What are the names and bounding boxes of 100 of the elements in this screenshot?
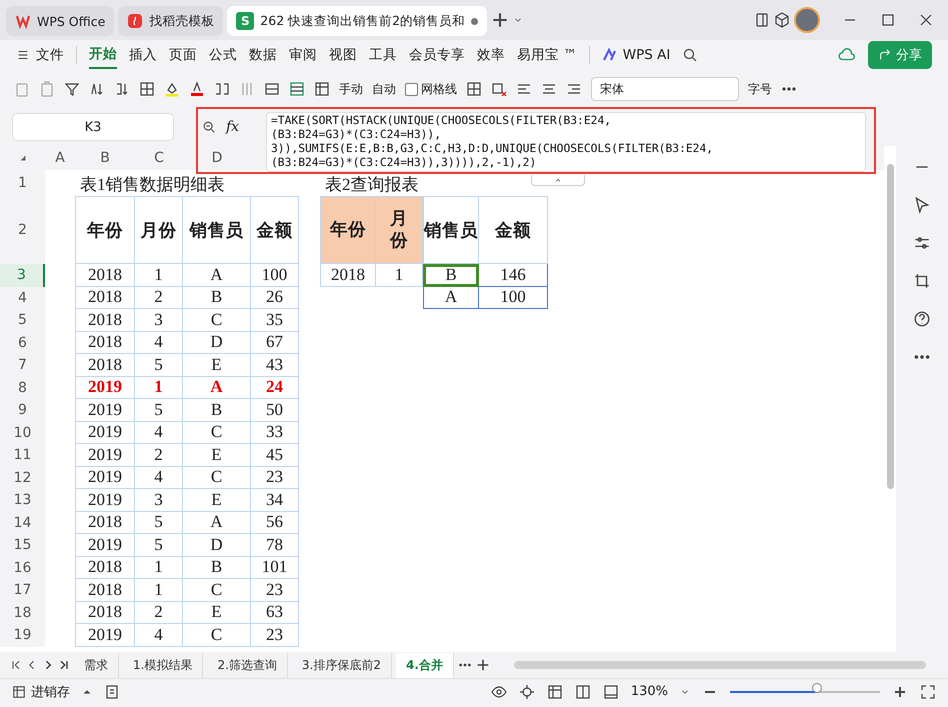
search-icon[interactable]	[682, 47, 698, 63]
plus-icon[interactable]	[491, 11, 510, 29]
table-cell: 2019	[75, 624, 135, 646]
table-cell: 34	[251, 489, 299, 512]
sort-ascending-icon[interactable]	[89, 81, 105, 97]
menu-tab[interactable]: 会员专享	[409, 42, 465, 68]
row-number[interactable]: 16	[0, 556, 45, 579]
menu-tab[interactable]: 易用宝 ™	[517, 42, 577, 68]
workbook-menu[interactable]: 进销存	[12, 682, 70, 700]
table-cell: 50	[251, 399, 299, 422]
split-view-icon[interactable]	[574, 684, 591, 700]
row-number[interactable]: 3	[0, 264, 45, 286]
window-tab[interactable]: WPS Office	[6, 6, 114, 36]
menu-tab[interactable]: 工具	[369, 42, 397, 68]
tablet-icon[interactable]	[754, 12, 770, 28]
borders-icon[interactable]	[139, 81, 155, 97]
formula-field[interactable]: =TAKE(SORT(HSTACK(UNIQUE(CHOOSECOLS(FILTER(B3:E24, (B3:B24=G3)*(C3:C24=H3)), 3)),SUMIFS(E:E,B:B,G3,C:C,H3,D:D,UNIQUE(CHOOSECOLS(FILTER(B3:E24, (B3:B24=G3)*(C3:C24=H3)),3)))),2,-1),2)	[266, 112, 866, 172]
menu-tab[interactable]: 公式	[209, 42, 237, 68]
table-cell: E	[183, 602, 251, 624]
zoom-level[interactable]: 130%	[630, 684, 668, 699]
menu-tab[interactable]: 数据	[249, 42, 277, 68]
row-number[interactable]: 18	[0, 602, 45, 624]
menu-tab[interactable]: 审阅	[289, 42, 317, 68]
row-number[interactable]: 15	[0, 534, 45, 556]
clipboard-icon[interactable]	[39, 81, 55, 97]
sort-descending-icon[interactable]	[114, 81, 130, 97]
row-number[interactable]: 17	[0, 579, 45, 602]
cell-grid-icon[interactable]	[466, 81, 482, 97]
row-number[interactable]: 11	[0, 444, 45, 466]
font-color-icon[interactable]	[189, 81, 205, 97]
column-letter[interactable]: A	[45, 146, 75, 170]
close-icon[interactable]	[918, 12, 934, 28]
macro-icon[interactable]	[104, 684, 120, 700]
column-letter[interactable]: B	[75, 146, 135, 170]
row-number[interactable]: 8	[0, 376, 45, 399]
window-tab[interactable]: S 262 快速查询出销售前2的销售员和	[227, 6, 488, 36]
font-size-dropdown[interactable]: 字号	[748, 80, 772, 98]
normal-view-icon[interactable]	[546, 684, 563, 700]
page-view-icon[interactable]	[602, 684, 619, 700]
menu-tab[interactable]: 开始	[89, 41, 117, 69]
sheet-tab[interactable]: 4.合并	[396, 652, 454, 678]
row-number[interactable]: 1	[0, 170, 45, 196]
target-icon[interactable]	[518, 684, 535, 700]
menu-tab[interactable]: 插入	[129, 42, 157, 68]
clear-icon[interactable]	[491, 81, 507, 97]
table-cell: 2018	[75, 556, 135, 579]
table-cell: B	[423, 264, 479, 286]
freeze-icon[interactable]	[314, 81, 330, 97]
maximize-icon[interactable]	[880, 12, 896, 28]
horizontal-scrollbar[interactable]	[514, 661, 926, 669]
fill-color-icon[interactable]	[164, 81, 180, 97]
row-number[interactable]: 10	[0, 422, 45, 444]
row-number[interactable]: 2	[0, 196, 45, 264]
menu-tab[interactable]: 视图	[329, 42, 357, 68]
row-number[interactable]: 7	[0, 354, 45, 376]
name-box[interactable]: K3	[12, 113, 174, 141]
file-menu[interactable]: 文件	[16, 42, 64, 68]
window-tab[interactable]: 找稻壳模板	[118, 6, 224, 36]
last-sheet-icon[interactable]	[58, 659, 70, 671]
column-header: 金额	[479, 196, 548, 264]
rows-icon[interactable]	[264, 81, 280, 97]
zoom-icon[interactable]	[202, 120, 216, 134]
row-number[interactable]: 14	[0, 512, 45, 534]
scrollbar-thumb[interactable]	[886, 164, 894, 489]
row-number[interactable]: 4	[0, 286, 45, 309]
cursor-icon[interactable]	[913, 196, 931, 214]
function-button[interactable]: fx	[226, 119, 240, 135]
add-sheet-icon[interactable]	[476, 658, 490, 672]
ai-menu[interactable]: WPS AI	[602, 43, 670, 67]
table-cell: 56	[251, 512, 299, 534]
menu-tab[interactable]: 效率	[477, 42, 505, 68]
gridlines-checkbox[interactable]: 网格线	[405, 80, 457, 98]
help-icon[interactable]	[913, 310, 931, 328]
column-letter[interactable]: C	[135, 146, 183, 170]
row-number[interactable]: 9	[0, 399, 45, 422]
eye-icon[interactable]	[490, 684, 507, 700]
row-number[interactable]: 5	[0, 309, 45, 332]
row-number[interactable]: 19	[0, 624, 45, 646]
column-letter[interactable]: D	[183, 146, 251, 170]
table-cell: A	[183, 264, 251, 286]
avatar[interactable]	[794, 7, 820, 33]
menu-tab[interactable]: 页面	[169, 42, 197, 68]
slider-thumb[interactable]	[812, 682, 822, 692]
table-cell: 1	[135, 579, 183, 602]
crop-icon[interactable]	[913, 272, 931, 290]
share-button[interactable]: 分享	[868, 41, 932, 69]
cube-icon[interactable]	[774, 12, 790, 28]
table-cell: 3	[135, 309, 183, 332]
first-sheet-icon[interactable]	[10, 659, 22, 671]
row-number[interactable]: 13	[0, 489, 45, 512]
font-dropdown[interactable]: 宋体	[591, 77, 739, 101]
filter-icon[interactable]	[64, 81, 80, 97]
table-style-icon[interactable]	[289, 81, 305, 97]
table-cell: 2019	[75, 422, 135, 444]
manual-dropdown[interactable]: 手动	[339, 80, 363, 98]
auto-dropdown[interactable]: 自动	[372, 80, 396, 98]
fullscreen-icon[interactable]	[920, 684, 936, 700]
row-number[interactable]: 6	[0, 332, 45, 354]
row-number[interactable]: 12	[0, 466, 45, 489]
menu-icon	[16, 48, 30, 62]
